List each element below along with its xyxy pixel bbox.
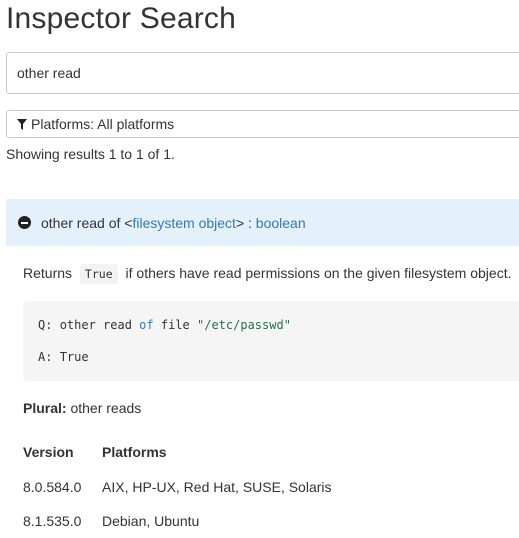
filter-icon bbox=[17, 118, 27, 130]
question-keyword: of bbox=[139, 318, 154, 332]
result-header[interactable]: other read of <filesystem object> : bool… bbox=[6, 199, 519, 246]
answer-label: A: bbox=[38, 350, 53, 364]
version-cell: 8.1.535.0 bbox=[23, 513, 82, 529]
example-answer: A: True bbox=[38, 350, 89, 364]
inline-code-true: True bbox=[79, 264, 118, 284]
plural-line: Plural: other reads bbox=[23, 400, 141, 416]
filesystem-object-link[interactable]: filesystem object bbox=[132, 215, 235, 231]
desc-before: Returns bbox=[23, 265, 73, 281]
boolean-type-link[interactable]: boolean bbox=[256, 215, 306, 231]
platform-filter-label: Platforms: All platforms bbox=[31, 116, 175, 132]
platforms-cell: Debian, Ubuntu bbox=[102, 513, 200, 529]
answer-value: True bbox=[59, 350, 89, 364]
minus-circle-icon[interactable] bbox=[18, 216, 31, 229]
result-description: Returns True if others have read permiss… bbox=[23, 264, 512, 284]
question-label: Q: bbox=[38, 318, 53, 332]
desc-after: if others have read permissions on the g… bbox=[125, 265, 512, 281]
plural-value: other reads bbox=[70, 400, 142, 416]
result-signature: other read of <filesystem object> : bool… bbox=[41, 215, 306, 231]
example-box: Q: other read of file "/etc/passwd" A: T… bbox=[23, 301, 519, 381]
signature-mid: > : bbox=[235, 214, 256, 231]
results-summary: Showing results 1 to 1 of 1. bbox=[6, 146, 175, 162]
platforms-column-header: Platforms bbox=[102, 444, 167, 460]
search-input[interactable] bbox=[6, 52, 519, 94]
question-string: "/etc/passwd" bbox=[197, 318, 291, 332]
version-column-header: Version bbox=[23, 444, 74, 460]
plural-label: Plural: bbox=[23, 400, 67, 416]
platform-filter-dropdown[interactable]: Platforms: All platforms bbox=[6, 110, 519, 138]
version-cell: 8.0.584.0 bbox=[23, 479, 82, 495]
table-row: 8.1.535.0 Debian, Ubuntu bbox=[23, 504, 332, 538]
page-title: Inspector Search bbox=[6, 2, 236, 35]
versions-table: Version Platforms 8.0.584.0 AIX, HP-UX, … bbox=[23, 436, 332, 538]
example-question: Q: other read of file "/etc/passwd" bbox=[38, 318, 291, 332]
question-text-2: file bbox=[160, 318, 190, 332]
question-text: other read bbox=[59, 318, 132, 332]
platforms-cell: AIX, HP-UX, Red Hat, SUSE, Solaris bbox=[102, 479, 332, 495]
table-row: 8.0.584.0 AIX, HP-UX, Red Hat, SUSE, Sol… bbox=[23, 470, 332, 504]
versions-header-row: Version Platforms bbox=[23, 436, 332, 470]
signature-prefix: other read of < bbox=[41, 214, 133, 231]
